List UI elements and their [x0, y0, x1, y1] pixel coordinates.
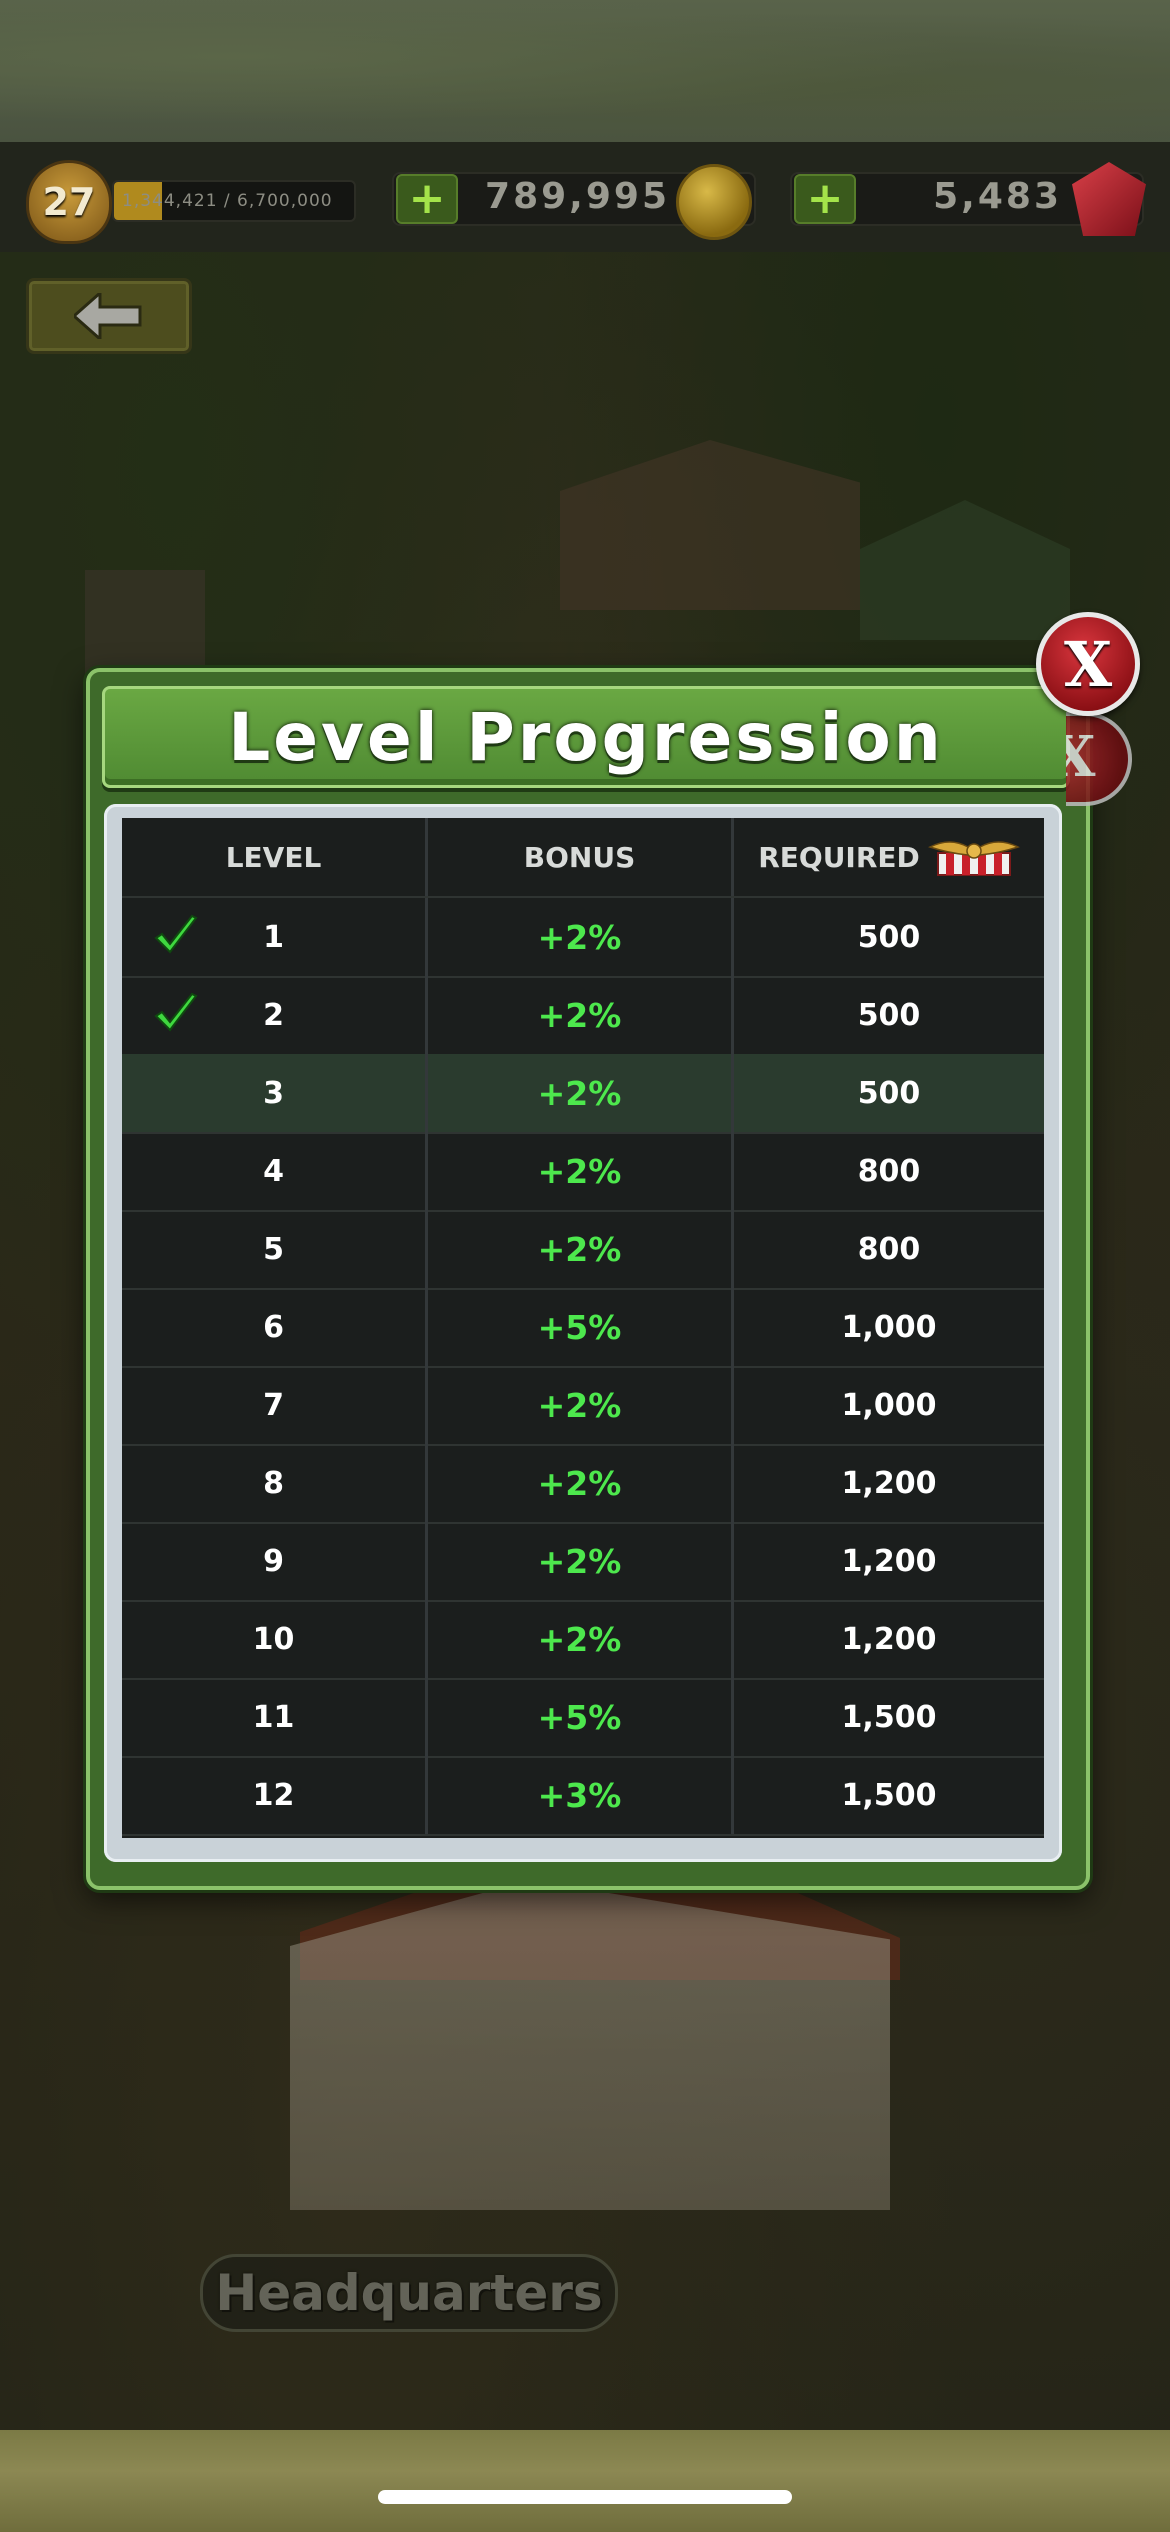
table-row: 8 +2% 1,200	[122, 1444, 1044, 1524]
table-row: 1 +2% 500	[122, 898, 1044, 978]
level-cell: 9	[122, 1522, 428, 1600]
level-cell: 7	[122, 1366, 428, 1444]
required-value: 1,500	[841, 1777, 937, 1813]
level-cell: 11	[122, 1678, 428, 1756]
coins-value: 789,995	[485, 176, 670, 217]
table-row: 11 +5% 1,500	[122, 1678, 1044, 1758]
progression-table-frame: LEVEL BONUS REQUIRED 1 +2% 500 2 +2% 500 3 +2	[104, 804, 1062, 1862]
bonus-value: +5%	[428, 1678, 734, 1756]
dialog-title-bar: Level Progression	[102, 686, 1070, 788]
close-icon: X	[1063, 627, 1113, 701]
level-value: 8	[263, 1465, 284, 1501]
bonus-value: +2%	[428, 1366, 734, 1444]
gems-value: 5,483	[933, 176, 1062, 217]
bonus-value: +3%	[428, 1756, 734, 1834]
level-value: 10	[252, 1621, 295, 1657]
buy-gems-button[interactable]: +	[794, 174, 856, 224]
required-value: 1,500	[841, 1699, 937, 1735]
table-row: 10 +2% 1,200	[122, 1600, 1044, 1680]
required-value: 500	[857, 919, 921, 955]
header-bonus: BONUS	[428, 818, 734, 896]
bonus-value: +2%	[428, 1132, 734, 1210]
table-row: 3 +2% 500	[122, 1054, 1044, 1134]
bonus-value: +2%	[428, 1210, 734, 1288]
table-row: 5 +2% 800	[122, 1210, 1044, 1290]
dialog-title: Level Progression	[228, 698, 944, 776]
checkmark-icon	[154, 914, 198, 954]
level-cell: 8	[122, 1444, 428, 1522]
bonus-value: +2%	[428, 1522, 734, 1600]
bonus-value: +5%	[428, 1288, 734, 1366]
required-value: 1,200	[841, 1543, 937, 1579]
level-cell: 2	[122, 976, 428, 1054]
level-value: 12	[252, 1777, 295, 1813]
bonus-value: +2%	[428, 1444, 734, 1522]
medal-icon	[927, 841, 1020, 876]
required-value: 1,200	[841, 1465, 937, 1501]
level-value: 5	[263, 1231, 284, 1267]
close-button[interactable]: X	[1036, 612, 1140, 716]
level-cell: 6	[122, 1288, 428, 1366]
level-progression-dialog: Level Progression LEVEL BONUS REQUIRED 1…	[86, 668, 1090, 1890]
table-header-row: LEVEL BONUS REQUIRED	[122, 818, 1044, 898]
level-value: 3	[263, 1075, 284, 1111]
buy-coins-button[interactable]: +	[396, 174, 458, 224]
top-camo-panel	[0, 0, 1170, 142]
rank-level: 27	[42, 180, 96, 224]
table-row: 4 +2% 800	[122, 1132, 1044, 1212]
required-value: 500	[857, 997, 921, 1033]
bonus-value: +2%	[428, 1600, 734, 1678]
xp-text: 1,344,421 / 6,700,000	[122, 191, 333, 211]
level-cell: 10	[122, 1600, 428, 1678]
rank-badge[interactable]: 27	[26, 160, 112, 244]
table-row: 7 +2% 1,000	[122, 1366, 1044, 1446]
level-cell: 12	[122, 1756, 428, 1834]
bonus-value: +2%	[428, 898, 734, 976]
home-indicator[interactable]	[378, 2490, 792, 2504]
level-cell: 3	[122, 1054, 428, 1132]
level-cell: 1	[122, 898, 428, 976]
level-value: 7	[263, 1387, 284, 1423]
gold-coin-icon	[676, 164, 752, 240]
required-value: 800	[857, 1231, 921, 1267]
header-required: REQUIRED	[734, 818, 1044, 896]
required-value: 800	[857, 1153, 921, 1189]
table-row: 9 +2% 1,200	[122, 1522, 1044, 1602]
level-cell: 4	[122, 1132, 428, 1210]
checkmark-icon	[154, 992, 198, 1032]
level-value: 1	[263, 919, 284, 955]
header-level: LEVEL	[122, 818, 428, 896]
level-value: 2	[263, 997, 284, 1033]
table-row: 2 +2% 500	[122, 976, 1044, 1056]
table-row: 6 +5% 1,000	[122, 1288, 1044, 1368]
required-value: 1,000	[841, 1309, 937, 1345]
level-value: 11	[252, 1699, 295, 1735]
bonus-value: +2%	[428, 1054, 734, 1132]
level-value: 6	[263, 1309, 284, 1345]
required-value: 500	[857, 1075, 921, 1111]
required-value: 1,000	[841, 1387, 937, 1423]
bonus-value: +2%	[428, 976, 734, 1054]
header-required-label: REQUIRED	[758, 840, 920, 874]
table-row: 12 +3% 1,500	[122, 1756, 1044, 1836]
progression-table[interactable]: LEVEL BONUS REQUIRED 1 +2% 500 2 +2% 500 3 +2	[122, 818, 1044, 1838]
terrain-strip	[0, 2430, 1170, 2532]
level-value: 9	[263, 1543, 284, 1579]
level-value: 4	[263, 1153, 284, 1189]
level-cell: 5	[122, 1210, 428, 1288]
xp-progress-bar: 1,344,421 / 6,700,000	[112, 180, 356, 222]
required-value: 1,200	[841, 1621, 937, 1657]
